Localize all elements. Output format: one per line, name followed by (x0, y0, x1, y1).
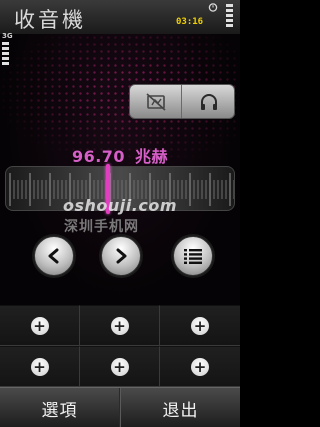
add-preset-icon: + (110, 357, 129, 376)
list-icon (184, 249, 202, 264)
frequency-unit: 兆赫 (135, 147, 169, 166)
battery-icon (226, 4, 233, 27)
softkey-bar: 選項 退出 (0, 387, 240, 427)
preset-slot-1[interactable]: + (0, 305, 80, 346)
preset-grid: + + + + + + (0, 305, 240, 387)
watermark-url: oshouji.com (63, 196, 177, 215)
alarm-clock-icon (208, 3, 218, 12)
chevron-right-icon (116, 248, 127, 264)
seek-previous-button[interactable] (34, 236, 74, 276)
headphones-output-button[interactable] (183, 85, 235, 118)
preset-slot-2[interactable]: + (80, 305, 160, 346)
speaker-output-button[interactable] (130, 85, 182, 118)
exit-softkey[interactable]: 退出 (120, 388, 240, 427)
preset-slot-6[interactable]: + (160, 346, 240, 387)
app-title: 收音機 (14, 8, 86, 32)
status-title-bar: 收音機 03:16 (0, 0, 240, 34)
preset-slot-5[interactable]: + (80, 346, 160, 387)
add-preset-icon: + (30, 357, 49, 376)
add-preset-icon: + (191, 316, 209, 335)
options-softkey[interactable]: 選項 (0, 388, 120, 427)
network-type-text: 3G (2, 32, 13, 40)
network-type-label: 3G (2, 32, 13, 40)
frequency-display: 96.70 兆赫 (0, 143, 240, 167)
frequency-value: 96.70 (71, 147, 126, 166)
audio-output-toggle[interactable] (129, 84, 235, 119)
station-list-button[interactable] (173, 236, 213, 276)
signal-strength-icon (2, 42, 9, 65)
chevron-left-icon (48, 248, 59, 264)
add-preset-icon: + (191, 357, 209, 376)
add-preset-icon: + (110, 316, 129, 335)
speaker-muted-icon (145, 92, 166, 111)
seek-next-button[interactable] (101, 236, 141, 276)
headphones-icon (201, 93, 217, 110)
preset-slot-4[interactable]: + (0, 346, 80, 387)
clock-time: 03:16 (176, 17, 204, 27)
add-preset-icon: + (30, 316, 49, 335)
preset-slot-3[interactable]: + (160, 305, 240, 346)
watermark-site-name: 深圳手机网 (64, 219, 139, 235)
